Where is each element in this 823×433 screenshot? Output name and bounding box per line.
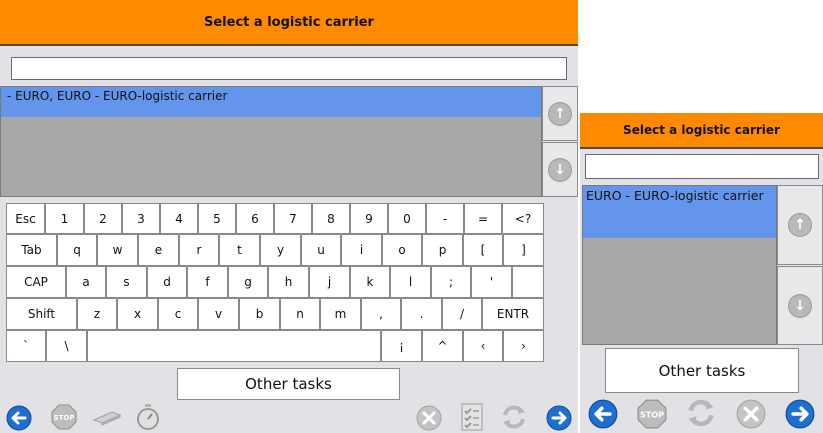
scroll-down-button[interactable]: ↓ xyxy=(777,266,823,345)
key-y[interactable]: y xyxy=(260,234,301,266)
key-4[interactable]: 4 xyxy=(160,203,198,234)
key-slash[interactable]: / xyxy=(442,298,482,330)
key-h[interactable]: h xyxy=(268,266,309,298)
key-enter[interactable]: ENTR xyxy=(482,298,544,330)
key-s[interactable]: s xyxy=(106,266,147,298)
key-shift[interactable]: Shift xyxy=(6,298,77,330)
scroll-up-button[interactable]: ↑ xyxy=(777,185,823,265)
stopwatch-icon[interactable] xyxy=(136,403,160,431)
checklist-icon[interactable] xyxy=(459,402,485,432)
right-panel: Select a logistic carrier EURO - EURO-lo… xyxy=(580,113,823,433)
key-m[interactable]: m xyxy=(320,298,361,330)
key-b[interactable]: b xyxy=(239,298,280,330)
carrier-list[interactable]: - EURO, EURO - EURO-logistic carrier xyxy=(0,86,542,197)
key-inverted-exclamation[interactable]: ¡ xyxy=(381,330,422,362)
key-t[interactable]: t xyxy=(219,234,260,266)
key-minus[interactable]: - xyxy=(426,203,464,234)
key-z[interactable]: z xyxy=(77,298,117,330)
stop-icon[interactable]: STOP xyxy=(51,404,77,430)
key-n[interactable]: n xyxy=(280,298,320,330)
forward-arrow-icon[interactable] xyxy=(546,405,572,431)
page-title: Select a logistic carrier xyxy=(0,0,578,46)
stop-label: STOP xyxy=(640,410,664,419)
key-a[interactable]: a xyxy=(66,266,106,298)
key-esc[interactable]: Esc xyxy=(6,203,45,234)
key-l[interactable]: l xyxy=(390,266,431,298)
key-v[interactable]: v xyxy=(198,298,239,330)
key-left-bracket[interactable]: [ xyxy=(463,234,503,266)
key-r[interactable]: r xyxy=(179,234,219,266)
key-tab[interactable]: Tab xyxy=(6,234,57,266)
key-caps[interactable]: CAP xyxy=(6,266,66,298)
scroll-up-button[interactable]: ↑ xyxy=(542,86,578,141)
key-0[interactable]: 0 xyxy=(388,203,426,234)
key-d[interactable]: d xyxy=(147,266,187,298)
refresh-icon[interactable] xyxy=(500,403,528,431)
stop-label: STOP xyxy=(54,414,75,422)
key-space[interactable] xyxy=(87,330,381,362)
key-3[interactable]: 3 xyxy=(122,203,160,234)
key-1[interactable]: 1 xyxy=(45,203,84,234)
arrow-up-icon: ↑ xyxy=(548,101,572,126)
key-e[interactable]: e xyxy=(138,234,179,266)
key-caret[interactable]: ^ xyxy=(422,330,463,362)
key-k[interactable]: k xyxy=(350,266,390,298)
search-input[interactable] xyxy=(11,57,567,80)
key-comma[interactable]: , xyxy=(361,298,401,330)
key-6[interactable]: 6 xyxy=(236,203,274,234)
key-c[interactable]: c xyxy=(158,298,198,330)
key-equals[interactable]: = xyxy=(464,203,502,234)
cancel-icon[interactable] xyxy=(416,405,442,431)
key-backtick[interactable]: ` xyxy=(6,330,46,362)
key-backslash[interactable]: \ xyxy=(46,330,87,362)
key-x[interactable]: x xyxy=(117,298,158,330)
arrow-down-icon: ↓ xyxy=(788,293,812,318)
key-f[interactable]: f xyxy=(187,266,228,298)
key-g[interactable]: g xyxy=(228,266,268,298)
key-7[interactable]: 7 xyxy=(274,203,312,234)
key-apostrophe[interactable]: ' xyxy=(471,266,512,298)
on-screen-keyboard: Esc 1 2 3 4 5 6 7 8 9 0 - = <? Tab q w e… xyxy=(6,203,544,362)
key-8[interactable]: 8 xyxy=(312,203,350,234)
key-u[interactable]: u xyxy=(301,234,341,266)
key-5[interactable]: 5 xyxy=(198,203,236,234)
key-backspace[interactable]: <? xyxy=(502,203,544,234)
key-cursor-right[interactable]: › xyxy=(503,330,544,362)
refresh-icon[interactable] xyxy=(685,397,717,429)
key-semicolon[interactable]: ; xyxy=(431,266,471,298)
scroll-down-button[interactable]: ↓ xyxy=(542,142,578,197)
list-item[interactable]: EURO - EURO-logistic carrier xyxy=(583,186,776,238)
key-j[interactable]: j xyxy=(309,266,350,298)
key-blank[interactable] xyxy=(512,266,544,298)
list-item[interactable]: - EURO, EURO - EURO-logistic carrier xyxy=(1,87,541,117)
carrier-list[interactable]: EURO - EURO-logistic carrier xyxy=(582,185,777,345)
back-arrow-icon[interactable] xyxy=(6,405,32,431)
key-o[interactable]: o xyxy=(382,234,422,266)
forward-arrow-icon[interactable] xyxy=(785,399,815,429)
arrow-up-icon: ↑ xyxy=(788,213,812,237)
key-cursor-left[interactable]: ‹ xyxy=(463,330,503,362)
key-2[interactable]: 2 xyxy=(84,203,122,234)
key-9[interactable]: 9 xyxy=(350,203,388,234)
key-w[interactable]: w xyxy=(97,234,138,266)
key-i[interactable]: i xyxy=(341,234,382,266)
scanner-icon[interactable] xyxy=(92,408,122,426)
left-panel: Select a logistic carrier - EURO, EURO -… xyxy=(0,0,578,433)
other-tasks-button[interactable]: Other tasks xyxy=(177,368,400,400)
key-period[interactable]: . xyxy=(401,298,442,330)
page-title: Select a logistic carrier xyxy=(580,113,823,149)
back-arrow-icon[interactable] xyxy=(588,399,618,429)
other-tasks-button[interactable]: Other tasks xyxy=(605,348,799,393)
cancel-icon[interactable] xyxy=(736,399,766,429)
key-p[interactable]: p xyxy=(422,234,463,266)
search-input[interactable] xyxy=(585,154,819,179)
arrow-down-icon: ↓ xyxy=(548,157,572,182)
stop-icon[interactable]: STOP xyxy=(637,399,667,429)
key-right-bracket[interactable]: ] xyxy=(503,234,544,266)
key-q[interactable]: q xyxy=(57,234,97,266)
